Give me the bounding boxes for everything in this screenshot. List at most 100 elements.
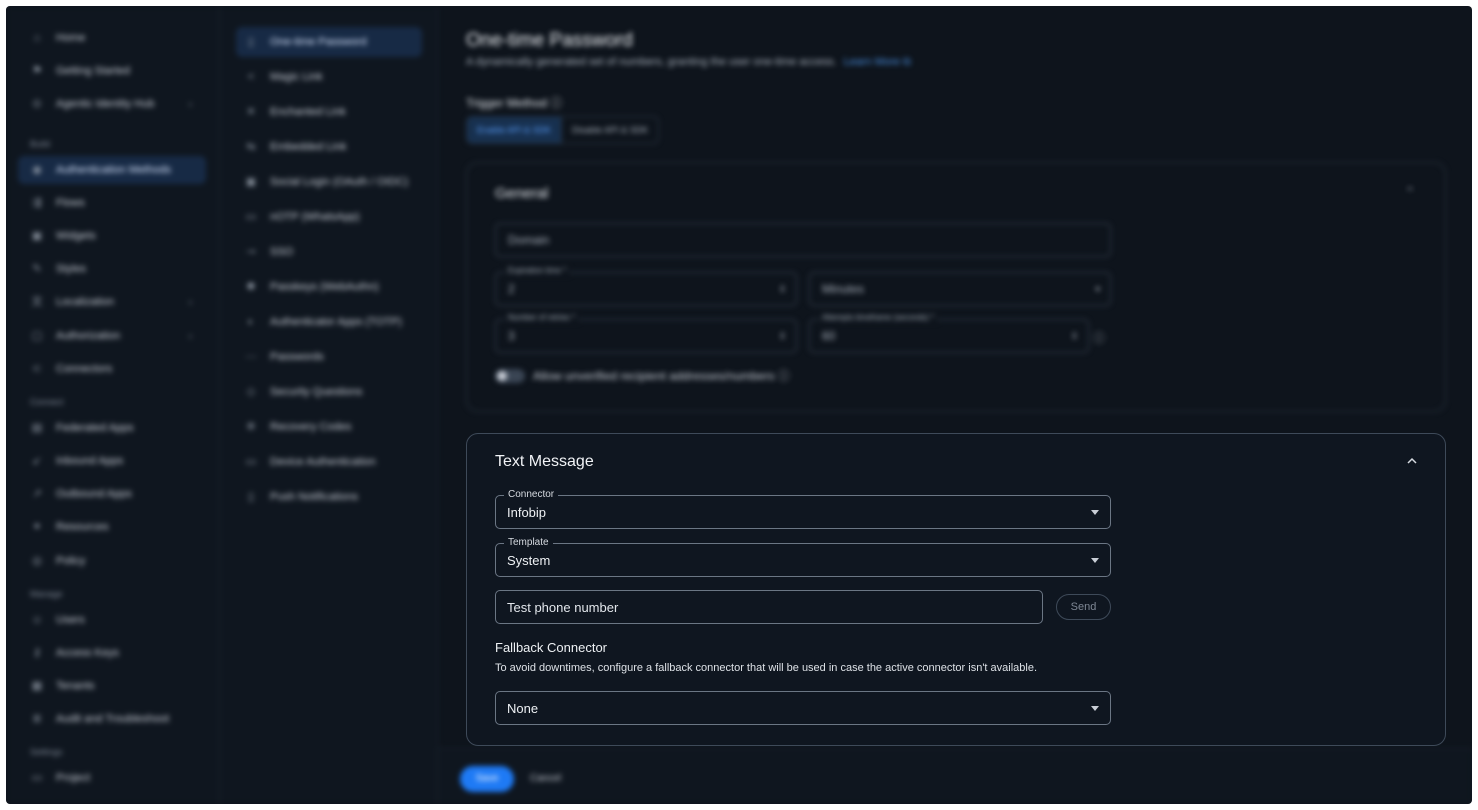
nav-item-home[interactable]: ⌂ Home xyxy=(18,24,206,52)
disable-api-sdk-button[interactable]: Disable API & SDK xyxy=(562,117,658,143)
enable-api-sdk-button[interactable]: Enable API & SDK xyxy=(467,117,563,143)
method-item-passkeys[interactable]: ✺ Passkeys (WebAuthn) xyxy=(236,272,422,302)
nav-item-connectors[interactable]: ⊂ Connectors xyxy=(18,355,206,383)
authenticator-icon: ◐ xyxy=(247,316,255,328)
stepper-icon[interactable]: ⇕ xyxy=(778,320,786,352)
number-of-retries-field[interactable]: Number of retries * 3 ⇕ xyxy=(495,313,797,353)
project-icon: ▭ xyxy=(31,772,43,784)
nav-item-outbound-apps[interactable]: ↗ Outbound Apps xyxy=(18,480,206,508)
method-item-enchanted-link[interactable]: ✕ Enchanted Link xyxy=(236,97,422,127)
method-item-security-questions[interactable]: ◇ Security Questions xyxy=(236,377,422,407)
nav-item-label: Agentic Identity Hub xyxy=(56,98,155,110)
domain-field[interactable]: Domain xyxy=(495,223,1111,257)
phone-icon: ▯ xyxy=(247,491,255,503)
method-item-label: Passkeys (WebAuthn) xyxy=(270,281,379,293)
apps-icon: ▤ xyxy=(31,422,43,434)
nav-item-project[interactable]: ▭ Project xyxy=(18,764,206,792)
nav-item-policy[interactable]: ◎ Policy xyxy=(18,547,206,575)
help-icon[interactable]: ⓘ xyxy=(1093,329,1105,346)
method-item-social-login[interactable]: ▣ Social Login (OAuth / OIDC) xyxy=(236,167,422,197)
method-item-notp[interactable]: ▭ nOTP (WhatsApp) xyxy=(236,202,422,232)
template-select[interactable]: Template System xyxy=(495,537,1111,577)
nav-item-styles[interactable]: ✎ Styles xyxy=(18,255,206,283)
connector-label: Connector xyxy=(504,489,559,501)
stepper-icon[interactable]: ⇕ xyxy=(778,273,786,305)
method-item-recovery-codes[interactable]: ✲ Recovery Codes xyxy=(236,412,422,442)
method-item-otp[interactable]: ▯ One-time Password xyxy=(236,27,422,57)
method-item-label: One-time Password xyxy=(270,36,367,48)
cancel-button[interactable]: Cancel xyxy=(530,766,561,792)
page-title: One-time Password xyxy=(466,30,633,51)
nav-item-inbound-apps[interactable]: ↙ Inbound Apps xyxy=(18,447,206,475)
trigger-method-text: Trigger Method xyxy=(466,96,547,110)
allow-unverified-toggle[interactable] xyxy=(495,369,525,383)
nav-item-label: Policy xyxy=(56,555,86,567)
nav-item-users[interactable]: ☺ Users xyxy=(18,606,206,634)
description-text: A dynamically generated set of numbers, … xyxy=(466,56,837,68)
method-item-push-notifications[interactable]: ▯ Push Notifications xyxy=(236,482,422,512)
chat-icon: ▭ xyxy=(245,211,257,223)
fallback-connector-select[interactable]: None xyxy=(495,691,1111,725)
nav-item-widgets[interactable]: ▣ Widgets xyxy=(18,222,206,250)
stepper-icon[interactable]: ⇕ xyxy=(1070,320,1078,352)
expiration-time-value: 2 xyxy=(508,282,515,296)
main-sidebar: ⌂ Home ⚑ Getting Started ⊙ Agentic Identity… xyxy=(6,6,220,804)
nav-item-access-keys[interactable]: ⚷ Access Keys xyxy=(18,639,206,667)
nav-item-label: Access Keys xyxy=(56,647,119,659)
method-item-label: SSO xyxy=(270,246,294,258)
send-button[interactable]: Send xyxy=(1056,594,1111,620)
help-icon[interactable]: ⓘ xyxy=(550,96,562,110)
test-phone-number-input[interactable] xyxy=(495,590,1043,624)
password-icon: ⋯ xyxy=(245,351,257,363)
method-item-label: Enchanted Link xyxy=(270,106,346,118)
chevron-up-icon[interactable]: ⌃ xyxy=(1405,185,1415,199)
method-item-label: nOTP (WhatsApp) xyxy=(270,211,360,223)
nav-item-label: Tenants xyxy=(56,680,95,692)
app-window: ⌂ Home ⚑ Getting Started ⊙ Agentic Identity… xyxy=(6,6,1472,804)
chevron-up-icon[interactable] xyxy=(1407,456,1417,466)
nav-section-connect: Connect xyxy=(30,397,64,407)
nav-item-label: Styles xyxy=(56,263,86,275)
policy-icon: ◎ xyxy=(32,555,42,567)
method-item-label: Security Questions xyxy=(270,386,363,398)
nav-item-label: Outbound Apps xyxy=(56,488,132,500)
chevron-right-icon: › xyxy=(188,296,192,308)
nav-item-label: Audit and Troubleshoot xyxy=(56,713,170,725)
nav-item-label: Resources xyxy=(56,521,109,533)
expiration-time-field[interactable]: Expiration time * 2 ⇕ xyxy=(495,266,797,306)
audit-icon: ≣ xyxy=(32,713,42,725)
learn-more-link[interactable]: Learn More ⧉ xyxy=(844,56,911,68)
nav-item-audit-and-troubleshoot[interactable]: ≣ Audit and Troubleshoot xyxy=(18,705,206,733)
method-item-label: Push Notifications xyxy=(270,491,359,503)
nav-item-authentication-methods[interactable]: ◉ Authentication Methods xyxy=(18,156,206,184)
nav-item-getting-started[interactable]: ⚑ Getting Started xyxy=(18,57,206,85)
save-button[interactable]: Save xyxy=(460,766,514,792)
method-item-passwords[interactable]: ⋯ Passwords xyxy=(236,342,422,372)
method-item-magic-link[interactable]: < Magic Link xyxy=(236,62,422,92)
nav-item-authorization[interactable]: ▢ Authorization › xyxy=(18,322,206,350)
time-unit-select[interactable]: Minutes ▾ xyxy=(809,272,1111,306)
fingerprint-icon: ◉ xyxy=(32,164,42,176)
nav-item-resources[interactable]: ✦ Resources xyxy=(18,513,206,541)
nav-item-localization[interactable]: 文 Localization › xyxy=(18,288,206,316)
method-item-device-authentication[interactable]: ▭ Device Authentication xyxy=(236,447,422,477)
nav-item-federated-apps[interactable]: ▤ Federated Apps xyxy=(18,414,206,442)
connector-select[interactable]: Connector Infobip xyxy=(495,489,1111,529)
attempts-timeframe-field[interactable]: Attempts timeframe (seconds) * 60 ⇕ xyxy=(809,313,1089,353)
method-item-embedded-link[interactable]: ⇆ Embedded Link xyxy=(236,132,422,162)
method-item-authenticator-apps[interactable]: ◐ Authenticator Apps (TOTP) xyxy=(236,307,422,337)
method-item-label: Social Login (OAuth / OIDC) xyxy=(270,176,409,188)
otp-icon: ▯ xyxy=(247,36,255,48)
fallback-connector-value: None xyxy=(507,701,539,716)
nav-item-label: Localization xyxy=(56,296,115,308)
help-icon[interactable]: ⓘ xyxy=(778,369,790,383)
nav-item-tenants[interactable]: ▦ Tenants xyxy=(18,672,206,700)
retries-label: Number of retries * xyxy=(505,313,579,323)
method-item-sso[interactable]: ⊸ SSO xyxy=(236,237,422,267)
nav-item-label: Widgets xyxy=(56,230,96,242)
chevron-right-icon: › xyxy=(188,330,192,342)
general-title: General xyxy=(495,185,549,202)
nav-item-agentic-identity-hub[interactable]: ⊙ Agentic Identity Hub › xyxy=(18,90,206,118)
nav-item-flows[interactable]: ⇶ Flows xyxy=(18,189,206,217)
widgets-icon: ▣ xyxy=(31,230,43,242)
